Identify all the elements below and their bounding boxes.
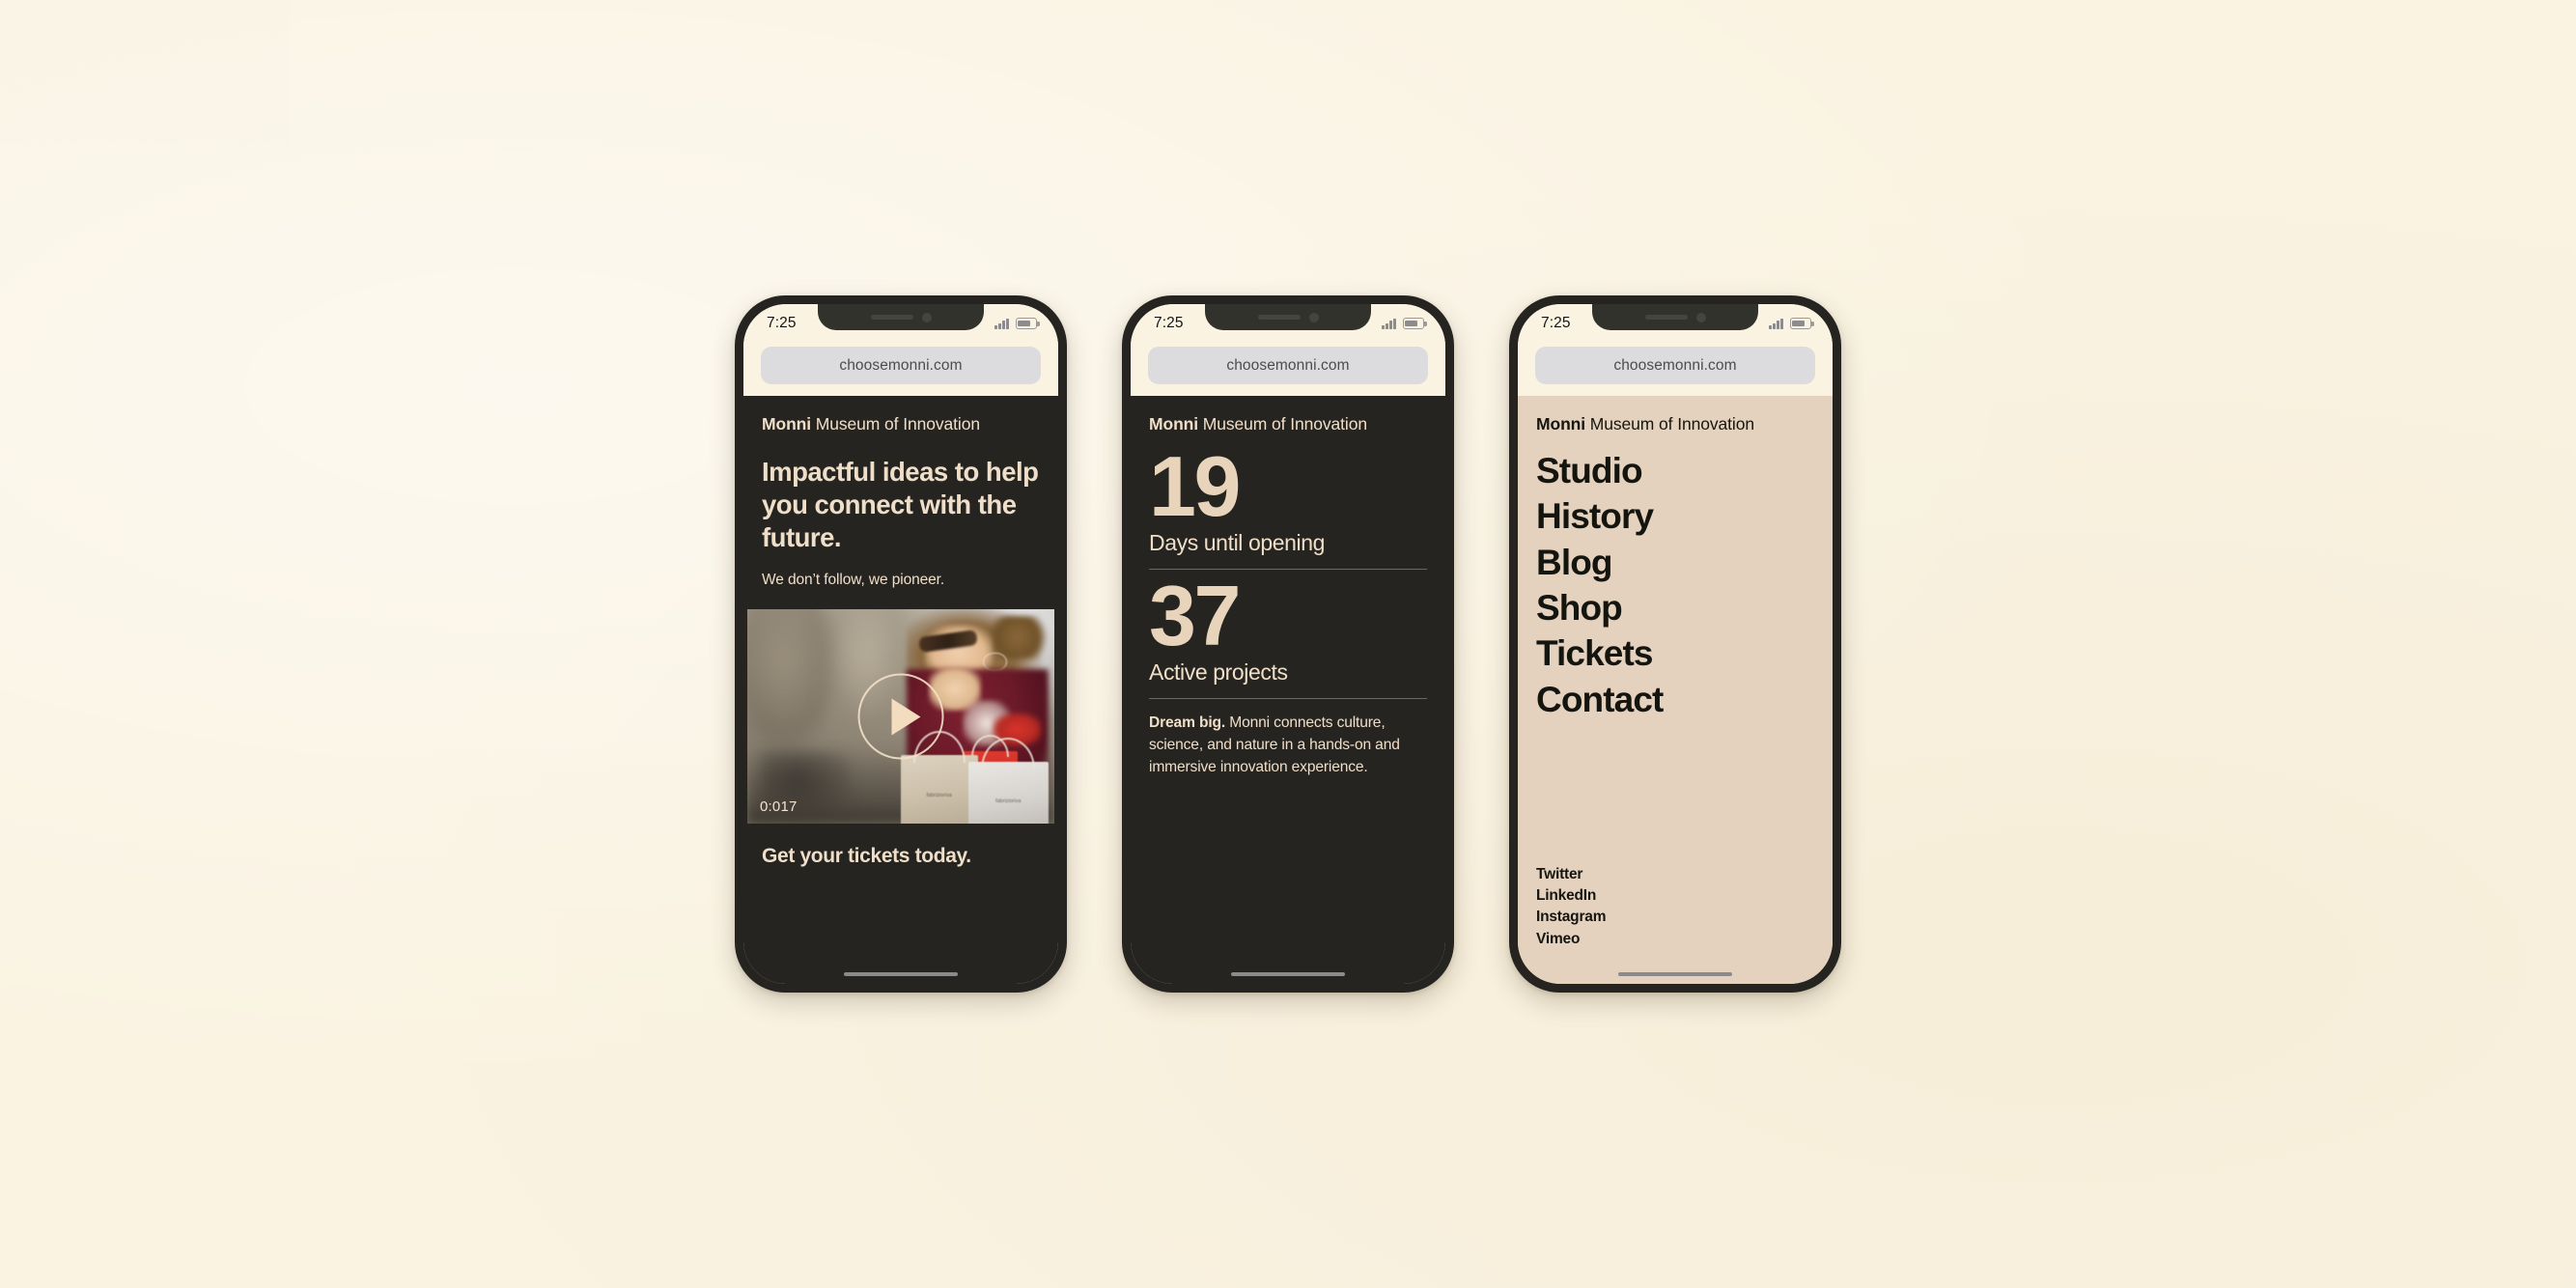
shopping-bag-label: fabrizioriva [926, 793, 952, 799]
stat-label: Active projects [1149, 659, 1288, 686]
brand-tagline: Museum of Innovation [1589, 414, 1754, 434]
status-indicators [1769, 318, 1814, 329]
signal-bars-icon [1769, 318, 1783, 329]
earpiece-speaker-icon [1644, 315, 1688, 320]
stat-item: 19 Days until opening [1149, 438, 1427, 571]
page-content-menu: Monni Museum of Innovation Studio Histor… [1518, 396, 1833, 984]
stat-item: 37 Active projects [1149, 568, 1427, 700]
brand-name: Monni [762, 414, 812, 434]
url-text: choosemonni.com [1613, 356, 1737, 374]
url-bar-wrap: choosemonni.com [743, 339, 1058, 388]
status-time: 7:25 [1154, 315, 1184, 332]
brand-name: Monni [1149, 414, 1199, 434]
nav-item-blog[interactable]: Blog [1536, 540, 1814, 585]
nav-item-studio[interactable]: Studio [1536, 448, 1814, 493]
battery-icon [1403, 318, 1427, 329]
front-camera-icon [1308, 312, 1319, 322]
browser-chrome: 7:25 choosemonni.com [1518, 304, 1833, 396]
earpiece-speaker-icon [870, 315, 913, 320]
battery-icon [1790, 318, 1814, 329]
stat-number: 37 [1149, 568, 1241, 664]
page-content-home: Monni Museum of Innovation Impactful ide… [743, 396, 1058, 984]
phone-screen: 7:25 choosemonni.com Monni Museum of Inn… [1131, 304, 1445, 984]
url-bar[interactable]: choosemonni.com [1535, 347, 1815, 384]
front-camera-icon [1695, 312, 1706, 322]
nav-item-contact[interactable]: Contact [1536, 677, 1814, 722]
stat-label: Days until opening [1149, 530, 1326, 556]
nav-item-tickets[interactable]: Tickets [1536, 630, 1814, 676]
battery-icon [1016, 318, 1040, 329]
phone-screen: 7:25 choosemonni.com Monni Museum of Inn… [743, 304, 1058, 984]
brand-tagline: Museum of Innovation [815, 414, 980, 434]
status-time: 7:25 [767, 315, 797, 332]
social-link-instagram[interactable]: Instagram [1536, 907, 1814, 928]
nav-item-history[interactable]: History [1536, 493, 1814, 539]
cta-text[interactable]: Get your tickets today. [743, 824, 1058, 868]
play-icon[interactable] [857, 673, 944, 760]
url-bar-wrap: choosemonni.com [1518, 339, 1833, 388]
body-copy: Dream big. Monni connects culture, scien… [1131, 699, 1445, 778]
status-indicators [1382, 318, 1427, 329]
url-bar-wrap: choosemonni.com [1131, 339, 1445, 388]
page-content-stats: Monni Museum of Innovation 19 Days until… [1131, 396, 1445, 984]
home-indicator[interactable] [844, 971, 958, 976]
social-link-linkedin[interactable]: LinkedIn [1536, 885, 1814, 907]
page-headline: Impactful ideas to help you connect with… [762, 457, 1039, 553]
shopping-bag-label: fabrizioriva [995, 798, 1022, 804]
url-text: choosemonni.com [839, 356, 963, 374]
earpiece-speaker-icon [1257, 315, 1301, 320]
nav-menu: Studio History Blog Shop Tickets Contact [1518, 434, 1833, 722]
body-copy-lead: Dream big. [1149, 714, 1226, 732]
status-indicators [994, 318, 1040, 329]
home-indicator[interactable] [1618, 971, 1732, 976]
status-time: 7:25 [1541, 315, 1571, 332]
phone-screen: 7:25 choosemonni.com Monni Museum of Inn… [1518, 304, 1833, 984]
url-bar[interactable]: choosemonni.com [1148, 347, 1428, 384]
video-thumbnail[interactable]: fabrizioriva fabrizioriva 0:017 [747, 609, 1054, 825]
social-links: Twitter LinkedIn Instagram Vimeo [1518, 864, 1833, 950]
nav-item-shop[interactable]: Shop [1536, 585, 1814, 630]
video-duration: 0:017 [760, 798, 798, 816]
front-camera-icon [921, 312, 932, 322]
home-indicator[interactable] [1231, 971, 1345, 976]
brand-lockup: Monni Museum of Innovation [743, 396, 1058, 434]
phone-notch [1592, 304, 1758, 330]
status-bar: 7:25 [1518, 304, 1833, 339]
signal-bars-icon [994, 318, 1009, 329]
brand-tagline: Museum of Innovation [1202, 414, 1367, 434]
brand-name: Monni [1536, 414, 1586, 434]
url-text: choosemonni.com [1226, 356, 1350, 374]
brand-lockup: Monni Museum of Innovation [1518, 396, 1833, 434]
phone-mockup-menu: 7:25 choosemonni.com Monni Museum of Inn… [1509, 295, 1841, 993]
browser-chrome: 7:25 choosemonni.com [1131, 304, 1445, 396]
phone-mockup-home: 7:25 choosemonni.com Monni Museum of Inn… [735, 295, 1067, 993]
url-bar[interactable]: choosemonni.com [761, 347, 1041, 384]
browser-chrome: 7:25 choosemonni.com [743, 304, 1058, 396]
signal-bars-icon [1382, 318, 1396, 329]
status-bar: 7:25 [1131, 304, 1445, 339]
social-link-vimeo[interactable]: Vimeo [1536, 929, 1814, 950]
stats-list: 19 Days until opening 37 Active projects [1131, 434, 1445, 700]
social-link-twitter[interactable]: Twitter [1536, 864, 1814, 885]
page-subline: We don’t follow, we pioneer. [762, 572, 945, 589]
brand-lockup: Monni Museum of Innovation [1131, 396, 1445, 434]
status-bar: 7:25 [743, 304, 1058, 339]
phone-mockup-stats: 7:25 choosemonni.com Monni Museum of Inn… [1122, 295, 1454, 993]
phone-notch [818, 304, 984, 330]
phone-notch [1205, 304, 1371, 330]
stat-number: 19 [1149, 438, 1241, 534]
